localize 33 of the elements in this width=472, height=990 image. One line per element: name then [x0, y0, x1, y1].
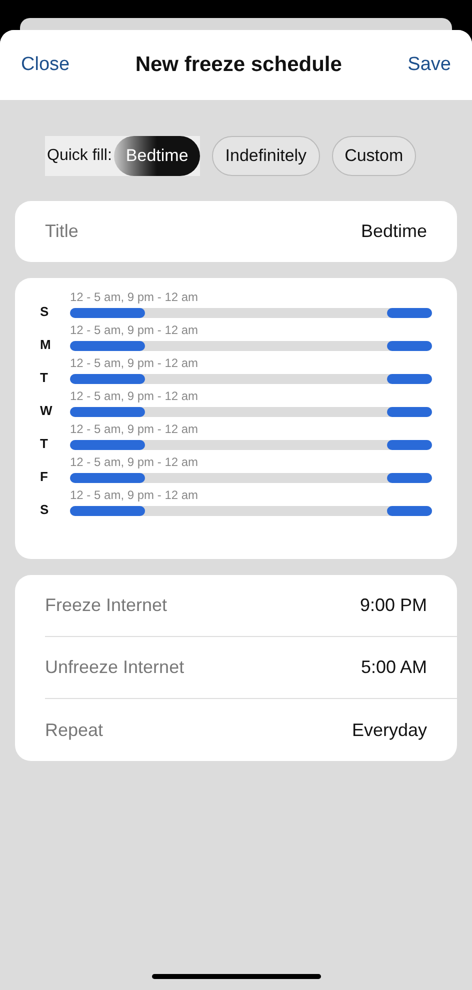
- setting-value: 9:00 PM: [360, 594, 427, 617]
- setting-value: 5:00 AM: [360, 656, 427, 679]
- setting-label: Unfreeze Internet: [45, 656, 184, 679]
- time-range: 12 - 5 am, 9 pm - 12 am: [70, 290, 198, 305]
- quick-fill-chip[interactable]: Custom: [332, 136, 416, 176]
- title-label: Title: [45, 220, 78, 243]
- setting-label: Repeat: [45, 718, 104, 742]
- day-letter: T: [40, 368, 49, 386]
- time-range: 12 - 5 am, 9 pm - 12 am: [70, 323, 198, 338]
- setting-value: Everyday: [352, 718, 427, 742]
- close-button[interactable]: Close: [21, 50, 70, 80]
- time-range: 12 - 5 am, 9 pm - 12 am: [70, 422, 198, 437]
- save-button[interactable]: Save: [408, 50, 451, 80]
- day-letter: W: [40, 402, 50, 420]
- setting-row[interactable]: Repeat Everyday: [45, 699, 457, 761]
- title-value: Bedtime: [360, 220, 427, 243]
- time-range: 12 - 5 am, 9 pm - 12 am: [70, 455, 198, 470]
- setting-label: Freeze Internet: [45, 594, 168, 617]
- title-row[interactable]: Title Bedtime: [15, 201, 457, 262]
- quick-fill-chip[interactable]: Bedtime: [114, 136, 200, 176]
- time-range: 12 - 5 am, 9 pm - 12 am: [70, 356, 198, 371]
- setting-row[interactable]: Freeze Internet 9:00 PM: [45, 575, 457, 637]
- screen-title: New freeze schedule: [135, 52, 342, 78]
- setting-row[interactable]: Unfreeze Internet 5:00 AM: [45, 637, 457, 699]
- day-letter: F: [40, 468, 49, 486]
- day-letter: S: [40, 500, 50, 518]
- day-letter: S: [40, 302, 50, 320]
- quick-fill-label: Quick fill:: [46, 146, 113, 166]
- time-range: 12 - 5 am, 9 pm - 12 am: [70, 488, 198, 503]
- day-letter: M: [40, 336, 50, 354]
- day-letter: T: [40, 434, 49, 452]
- quick-fill-chip[interactable]: Indefinitely: [212, 136, 320, 176]
- time-range: 12 - 5 am, 9 pm - 12 am: [70, 389, 198, 404]
